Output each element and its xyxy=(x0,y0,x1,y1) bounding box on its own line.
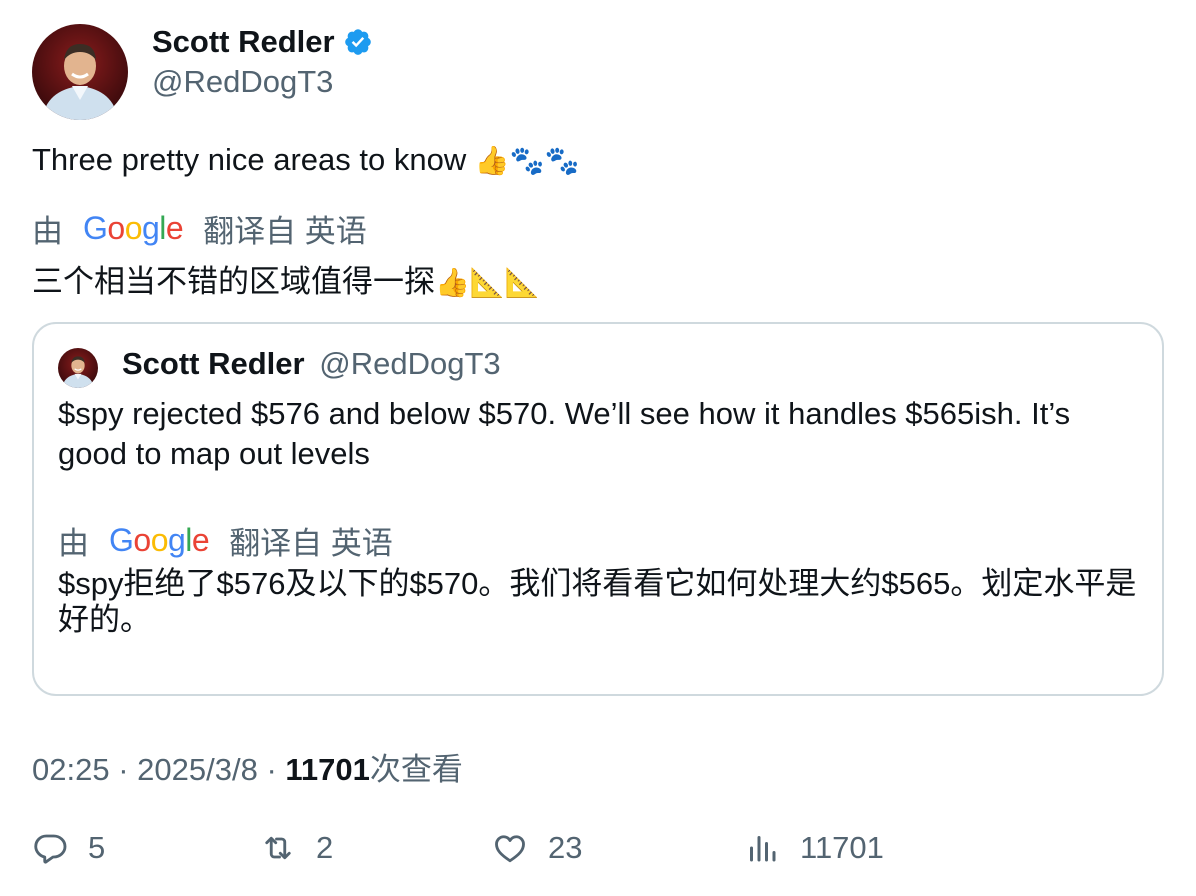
quoted-translated-by-google[interactable]: 由 Google 翻译自 英语 xyxy=(58,518,393,563)
tweet-text-content: Three pretty nice areas to know xyxy=(32,142,467,177)
author-name-text[interactable]: Scott Redler xyxy=(152,24,335,60)
reply-count: 5 xyxy=(88,830,106,865)
like-icon xyxy=(492,830,528,866)
quoted-translated-text: $spy拒绝了$576及以下的$570。我们将看看它如何处理大约$565。划定水… xyxy=(58,566,1137,637)
like-count: 23 xyxy=(548,830,583,865)
author-avatar[interactable] xyxy=(32,24,128,120)
quoted-google-logo: Google xyxy=(109,522,210,558)
retweet-icon xyxy=(260,830,296,866)
quoted-author-avatar[interactable] xyxy=(58,348,98,388)
translated-tweet-content: 三个相当不错的区域值得一探 xyxy=(32,264,435,299)
views-icon xyxy=(744,830,780,866)
tweet-date[interactable]: 2025/3/8 xyxy=(137,752,258,787)
quoted-tweet-text: $spy rejected $576 and below $570. We’ll… xyxy=(58,396,1071,471)
like-button[interactable]: 23 xyxy=(492,830,582,866)
author-name[interactable]: Scott Redler xyxy=(152,24,373,60)
quoted-author-header: Scott Redler @RedDogT3 xyxy=(122,346,501,382)
quoted-author-handle[interactable]: @RedDogT3 xyxy=(319,346,500,381)
tweet-time[interactable]: 02:25 xyxy=(32,752,110,787)
translated-by-google[interactable]: 由 Google 翻译自 英语 xyxy=(32,206,367,251)
tweet-emojis: 👍🐾🐾 xyxy=(474,144,580,177)
action-bar: 5 2 23 11701 xyxy=(32,830,1164,874)
quoted-tweet-card[interactable]: Scott Redler @RedDogT3 $spy rejected $57… xyxy=(32,322,1164,696)
tweet-text: Three pretty nice areas to know 👍🐾🐾 xyxy=(32,142,579,178)
translate-prefix: 由 xyxy=(32,214,63,249)
translated-tweet-text: 三个相当不错的区域值得一探👍📐📐 xyxy=(32,256,540,301)
retweet-count: 2 xyxy=(316,830,334,865)
quoted-translate-suffix: 翻译自 英语 xyxy=(229,526,393,561)
translate-suffix: 翻译自 英语 xyxy=(203,214,367,249)
tweet-meta: 02:25 · 2025/3/8 · 11701次查看 xyxy=(32,744,463,789)
reply-button[interactable]: 5 xyxy=(32,830,105,866)
views-button[interactable]: 11701 xyxy=(744,830,884,866)
quoted-author-name[interactable]: Scott Redler xyxy=(122,346,305,381)
meta-separator: · xyxy=(118,752,129,787)
meta-separator-2: · xyxy=(266,752,277,787)
author-handle[interactable]: @RedDogT3 xyxy=(152,64,333,100)
views-count: 11701 xyxy=(800,830,884,865)
quoted-translate-prefix: 由 xyxy=(58,526,89,561)
translated-tweet-emojis: 👍📐📐 xyxy=(435,266,540,299)
google-logo: Google xyxy=(83,210,184,246)
retweet-button[interactable]: 2 xyxy=(260,830,333,866)
tweet-view-label: 次查看 xyxy=(369,752,463,787)
tweet-view-count: 11701 xyxy=(285,752,370,787)
verified-badge-icon xyxy=(343,27,373,57)
reply-icon xyxy=(32,830,68,866)
